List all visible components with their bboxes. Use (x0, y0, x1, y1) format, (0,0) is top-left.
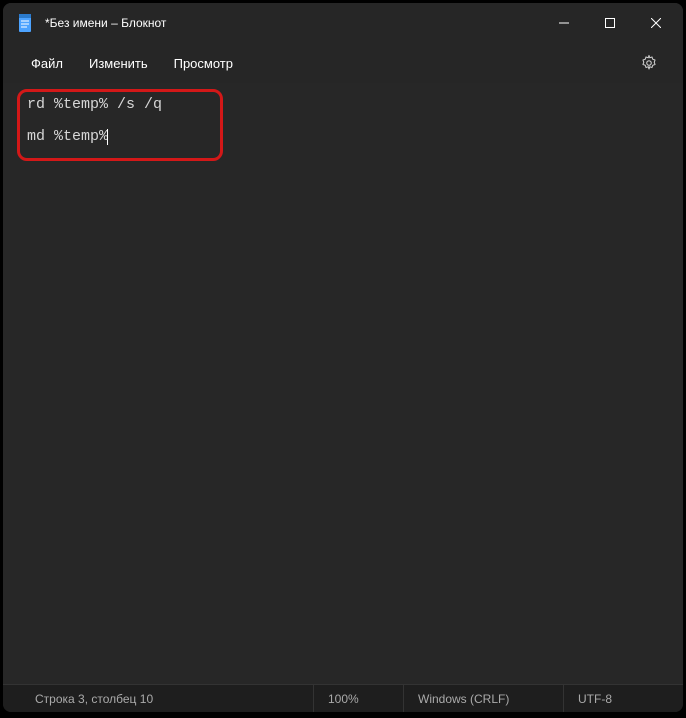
status-lineending: Windows (CRLF) (403, 685, 563, 712)
settings-button[interactable] (633, 47, 665, 79)
text-editor[interactable]: rd %temp% /s /q md %temp% (3, 93, 683, 149)
close-button[interactable] (633, 7, 679, 39)
status-position: Строка 3, столбец 10 (3, 685, 313, 712)
menubar: Файл Изменить Просмотр (3, 43, 683, 83)
menu-file[interactable]: Файл (21, 50, 73, 77)
menu-left: Файл Изменить Просмотр (21, 50, 631, 77)
status-zoom: 100% (313, 685, 403, 712)
title-left: *Без имени – Блокнот (17, 13, 541, 33)
maximize-button[interactable] (587, 7, 633, 39)
notepad-window: *Без имени – Блокнот Файл Изменить Просм… (3, 3, 683, 712)
window-controls (541, 7, 679, 39)
menu-view[interactable]: Просмотр (164, 50, 243, 77)
status-encoding: UTF-8 (563, 685, 683, 712)
notepad-icon (17, 13, 33, 33)
window-title: *Без имени – Блокнот (45, 16, 166, 30)
editor-area[interactable]: rd %temp% /s /q md %temp% (3, 83, 683, 684)
titlebar: *Без имени – Блокнот (3, 3, 683, 43)
editor-line-2: md %temp% (27, 128, 108, 145)
menu-edit[interactable]: Изменить (79, 50, 158, 77)
editor-line-1: rd %temp% /s /q (27, 96, 162, 113)
statusbar: Строка 3, столбец 10 100% Windows (CRLF)… (3, 684, 683, 712)
minimize-button[interactable] (541, 7, 587, 39)
text-cursor (107, 129, 108, 145)
